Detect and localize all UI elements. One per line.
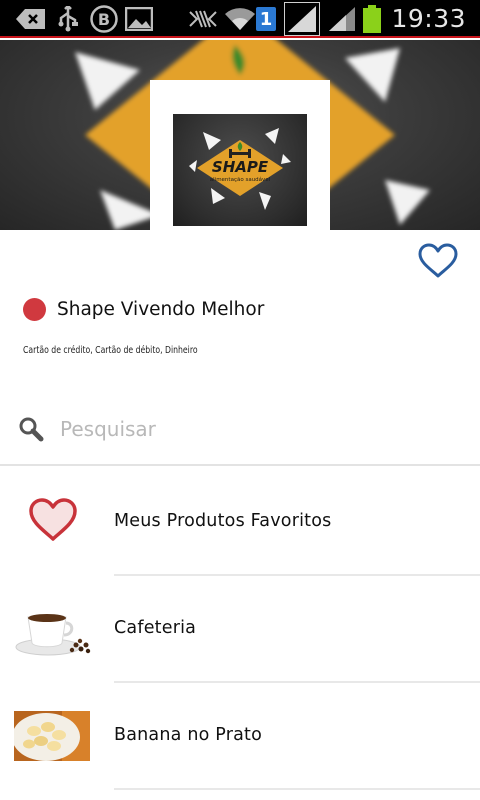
- category-label: Meus Produtos Favoritos: [114, 511, 332, 531]
- back-arrow-notification-icon: [14, 6, 48, 32]
- search-input[interactable]: [60, 412, 460, 446]
- store-banner: SHAPE alimentação saudável: [0, 40, 480, 230]
- search-bar: [0, 400, 480, 466]
- blogger-b-icon: B: [88, 5, 120, 33]
- signal-icon: [284, 2, 320, 36]
- shape-logo-icon: SHAPE alimentação saudável: [189, 128, 291, 210]
- logo-subtitle: alimentação saudável: [210, 176, 271, 183]
- payment-methods: Cartão de crédito, Cartão de débito, Din…: [23, 345, 198, 356]
- category-item-cafeteria[interactable]: Cafeteria: [0, 576, 480, 683]
- logo-title: SHAPE: [212, 158, 269, 176]
- search-icon: [18, 416, 44, 442]
- coffee-cup-image: [14, 603, 92, 659]
- status-bar-accent-line: [0, 36, 480, 38]
- image-icon: [124, 6, 154, 32]
- status-time: 19:33: [391, 4, 466, 33]
- category-label: Banana no Prato: [114, 725, 263, 745]
- sim-badge-icon: 1: [256, 7, 276, 31]
- battery-icon: [362, 5, 382, 33]
- store-status-indicator: [23, 298, 46, 321]
- store-logo-card: SHAPE alimentação saudável: [150, 80, 330, 230]
- vibrate-icon: [186, 6, 220, 32]
- banana-plate-image: [12, 711, 90, 761]
- status-bar: B 1 19:33: [0, 0, 480, 38]
- wifi-icon: [224, 6, 256, 32]
- list-divider: [114, 788, 480, 790]
- heart-icon: [28, 497, 78, 543]
- store-logo-image: SHAPE alimentação saudável: [173, 114, 307, 226]
- category-label: Cafeteria: [114, 618, 197, 638]
- svg-text:B: B: [98, 10, 110, 29]
- signal-icon-2: [328, 6, 356, 32]
- category-item-favorites[interactable]: Meus Produtos Favoritos: [0, 469, 480, 576]
- store-name: Shape Vivendo Melhor: [57, 299, 265, 320]
- usb-icon: [56, 6, 80, 32]
- favorite-store-button[interactable]: [418, 243, 458, 279]
- category-item-banana-no-prato[interactable]: Banana no Prato: [0, 683, 480, 790]
- heart-outline-icon: [418, 243, 458, 278]
